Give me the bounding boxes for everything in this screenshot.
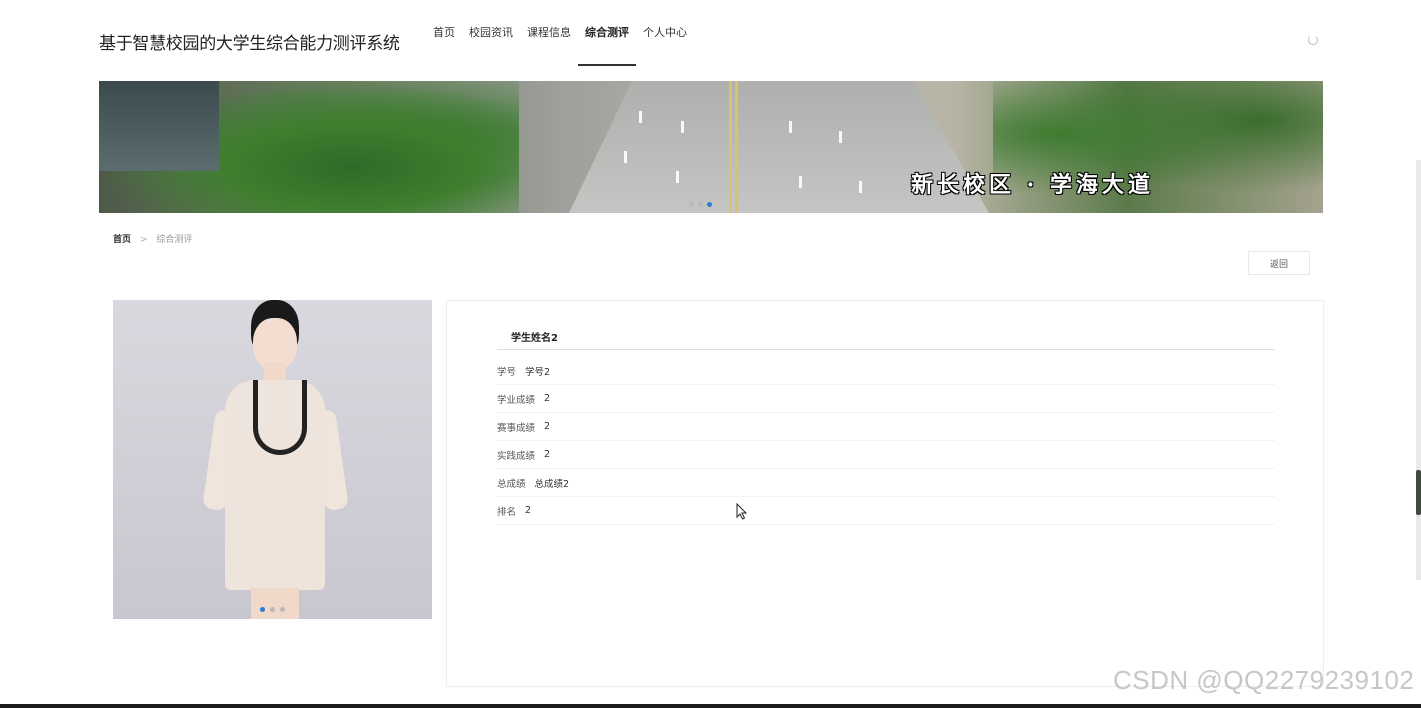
photo-dot[interactable] [280, 607, 285, 612]
info-row-academic-score: 学业成绩 2 [497, 385, 1275, 413]
banner-dot-active[interactable] [707, 202, 712, 207]
nav-item-comprehensive-evaluation[interactable]: 综合测评 [578, 0, 636, 66]
info-value: 2 [544, 449, 551, 460]
photo-dot[interactable] [270, 607, 275, 612]
banner-road-dash [676, 171, 679, 183]
photo-figure-dress-trim [253, 380, 307, 455]
photo-dot-active[interactable] [260, 607, 265, 612]
scrollbar-thumb[interactable] [1416, 470, 1421, 515]
nav-item-personal-center[interactable]: 个人中心 [643, 0, 687, 66]
banner-lane-line [729, 81, 732, 213]
info-row-student-id: 学号 学号2 [497, 357, 1275, 385]
banner-caption: 新长校区 · 学海大道 [911, 172, 1154, 198]
banner-road-dash [799, 176, 802, 188]
banner-road-dash [681, 121, 684, 133]
student-photo-carousel[interactable] [113, 300, 432, 619]
breadcrumb-current: 综合测评 [156, 235, 193, 245]
info-value: 学号2 [525, 366, 551, 378]
banner-road-dash [624, 151, 627, 163]
banner-pagination [689, 202, 712, 207]
top-header: 基于智慧校园的大学生综合能力测评系统 首页 校园资讯 课程信息 综合测评 个人中… [0, 0, 1421, 80]
info-value: 2 [544, 421, 551, 432]
banner-dot[interactable] [698, 202, 703, 207]
banner-lane-line [735, 81, 738, 213]
page-scrollbar[interactable] [1416, 160, 1421, 580]
banner-dot[interactable] [689, 202, 694, 207]
info-row-practice-score: 实践成绩 2 [497, 441, 1275, 469]
info-label: 总成绩 [497, 478, 526, 490]
bottom-edge-bar [0, 704, 1421, 708]
banner-road-dash [839, 131, 842, 143]
info-label: 实践成绩 [497, 450, 536, 462]
banner-road-dash [639, 111, 642, 123]
photo-pagination [260, 607, 285, 612]
banner-carousel[interactable]: 新长校区 · 学海大道 [99, 81, 1323, 213]
heading-divider [497, 349, 1275, 350]
breadcrumb-separator: > [139, 235, 148, 245]
main-nav: 首页 校园资讯 课程信息 综合测评 个人中心 [433, 0, 701, 66]
banner-road-dash [789, 121, 792, 133]
site-title: 基于智慧校园的大学生综合能力测评系统 [99, 34, 400, 54]
info-label: 学业成绩 [497, 394, 536, 406]
student-name-heading: 学生姓名2 [511, 333, 558, 344]
banner-road-dash [859, 181, 862, 193]
nav-item-campus-news[interactable]: 校园资讯 [469, 0, 513, 66]
info-value: 2 [544, 393, 551, 404]
info-value: 总成绩2 [534, 478, 570, 490]
breadcrumb: 首页 > 综合测评 [113, 232, 192, 245]
loading-spinner-icon [1308, 35, 1318, 45]
nav-item-course-info[interactable]: 课程信息 [527, 0, 571, 66]
info-row-total-score: 总成绩 总成绩2 [497, 469, 1275, 497]
breadcrumb-home-link[interactable]: 首页 [113, 235, 131, 245]
info-label: 赛事成绩 [497, 422, 536, 434]
info-row-competition-score: 赛事成绩 2 [497, 413, 1275, 441]
banner-building [99, 81, 219, 171]
info-label: 排名 [497, 506, 517, 518]
back-button[interactable]: 返回 [1248, 251, 1310, 275]
info-value: 2 [525, 505, 532, 516]
info-list: 学号 学号2 学业成绩 2 赛事成绩 2 实践成绩 2 总成绩 总成绩2 排名 … [497, 357, 1275, 525]
csdn-watermark: CSDN @QQ2279239102 [1113, 665, 1415, 695]
detail-card: 学生姓名2 学号 学号2 学业成绩 2 赛事成绩 2 实践成绩 2 总成绩 总成… [446, 300, 1324, 687]
photo-figure-legs [251, 588, 299, 619]
info-row-rank: 排名 2 [497, 497, 1275, 525]
info-label: 学号 [497, 366, 517, 378]
nav-item-home[interactable]: 首页 [433, 0, 455, 66]
